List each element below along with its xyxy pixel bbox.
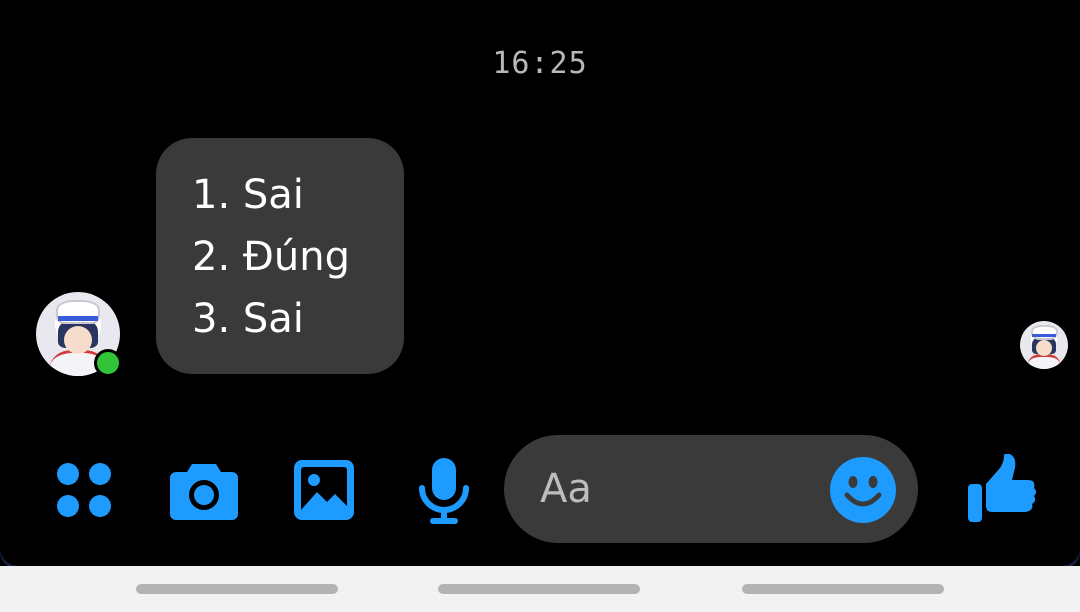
read-receipt-avatar <box>1020 321 1068 369</box>
message-composer[interactable] <box>504 435 918 543</box>
microphone-icon[interactable] <box>418 458 470 524</box>
message-timestamp: 16:25 <box>492 46 588 81</box>
nav-home-button[interactable] <box>438 584 640 594</box>
nav-recents-button[interactable] <box>136 584 338 594</box>
emoji-icon[interactable] <box>830 457 896 523</box>
camera-icon[interactable] <box>170 460 238 520</box>
system-navigation-bar <box>0 566 1080 612</box>
message-line: 1. Sai <box>192 172 304 218</box>
apps-grid-icon[interactable] <box>56 462 112 518</box>
message-input[interactable] <box>540 463 820 515</box>
chat-thread: 16:25 1. Sai 2. Đúng 3. Sai <box>0 0 1080 566</box>
message-line: 2. Đúng <box>192 234 350 280</box>
thumbs-up-icon[interactable] <box>966 454 1036 524</box>
message-bubble[interactable]: 1. Sai 2. Đúng 3. Sai <box>156 138 404 374</box>
nav-back-button[interactable] <box>742 584 944 594</box>
message-line: 3. Sai <box>192 296 304 342</box>
online-status-dot <box>94 349 122 377</box>
gallery-icon[interactable] <box>294 460 354 520</box>
